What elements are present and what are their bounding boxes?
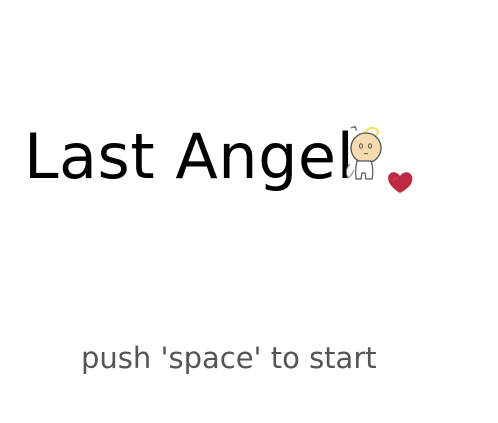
- game-title: Last Angel: [24, 120, 355, 193]
- angel-character-icon: [345, 125, 413, 193]
- title-screen[interactable]: Last Angel push 'space' to start: [0, 0, 498, 423]
- start-prompt: push 'space' to start: [81, 341, 377, 375]
- heart-icon: [388, 172, 413, 193]
